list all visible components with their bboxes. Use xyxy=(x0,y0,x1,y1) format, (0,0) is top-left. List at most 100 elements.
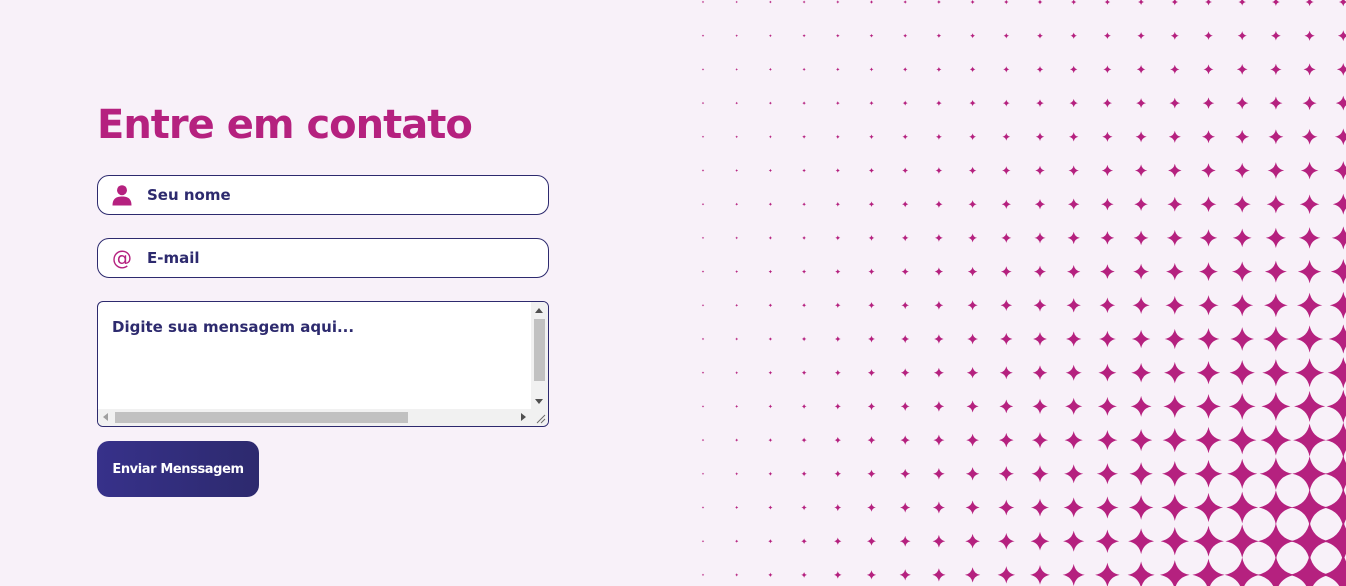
star-icon xyxy=(801,403,807,409)
star-icon xyxy=(701,371,705,374)
star-icon xyxy=(1128,528,1155,555)
at-sign-icon: @ xyxy=(112,246,132,270)
star-icon xyxy=(1296,292,1323,319)
star-icon xyxy=(1095,529,1120,553)
star-icon xyxy=(1257,523,1294,560)
star-icon xyxy=(801,538,807,545)
star-icon xyxy=(966,366,979,379)
star-icon xyxy=(701,405,705,408)
star-icon xyxy=(1000,299,1013,312)
send-message-button[interactable]: Enviar Menssagem xyxy=(97,441,259,497)
message-textarea[interactable] xyxy=(98,302,531,410)
star-icon xyxy=(769,0,772,4)
scroll-down-arrow-icon[interactable] xyxy=(535,399,543,404)
star-icon xyxy=(1033,298,1047,312)
message-box[interactable] xyxy=(97,301,549,427)
star-icon xyxy=(866,570,877,580)
star-icon xyxy=(1128,495,1154,520)
star-icon xyxy=(1166,229,1183,246)
star-pattern xyxy=(701,0,1346,586)
scroll-right-arrow-icon[interactable] xyxy=(521,413,526,421)
star-icon xyxy=(1324,455,1346,493)
resize-grip-icon[interactable] xyxy=(531,409,548,426)
star-icon xyxy=(1294,358,1325,388)
star-icon xyxy=(900,401,910,411)
star-icon xyxy=(1193,525,1224,557)
star-icon xyxy=(1201,163,1216,178)
star-icon xyxy=(701,202,705,206)
star-icon xyxy=(936,100,942,106)
vertical-scroll-thumb[interactable] xyxy=(534,319,545,381)
star-icon xyxy=(1036,99,1044,107)
star-icon xyxy=(932,568,946,582)
star-icon xyxy=(701,68,705,71)
name-field[interactable] xyxy=(97,175,549,215)
star-icon xyxy=(1224,557,1260,586)
star-icon xyxy=(1003,32,1010,39)
star-icon xyxy=(1291,489,1329,526)
star-icon xyxy=(933,434,945,446)
star-icon xyxy=(768,539,773,544)
star-icon xyxy=(1259,457,1293,491)
star-icon xyxy=(768,471,773,476)
star-icon xyxy=(835,134,840,139)
star-icon xyxy=(1031,431,1049,449)
star-icon xyxy=(1194,459,1223,488)
star-icon xyxy=(1096,463,1119,485)
horizontal-scroll-thumb[interactable] xyxy=(115,412,408,423)
star-icon xyxy=(1199,229,1218,247)
star-icon xyxy=(768,572,773,578)
star-icon xyxy=(933,468,945,480)
horizontal-scrollbar[interactable] xyxy=(98,409,531,426)
star-icon xyxy=(735,539,739,543)
star-icon xyxy=(768,370,773,375)
email-field[interactable]: @ xyxy=(97,238,549,278)
star-icon xyxy=(932,501,945,514)
person-icon xyxy=(112,185,132,206)
star-icon xyxy=(768,135,772,139)
star-icon xyxy=(1069,65,1078,74)
star-icon xyxy=(701,337,705,341)
star-icon xyxy=(1337,30,1346,42)
star-icon xyxy=(1036,65,1044,73)
star-icon xyxy=(965,500,980,515)
star-icon xyxy=(1258,490,1294,525)
vertical-scrollbar[interactable] xyxy=(531,302,548,410)
star-icon xyxy=(1328,324,1346,354)
star-icon xyxy=(735,34,738,37)
star-icon xyxy=(1030,531,1050,551)
star-icon xyxy=(966,433,979,447)
star-icon xyxy=(969,66,976,73)
star-icon xyxy=(1067,231,1080,245)
star-icon xyxy=(701,506,705,509)
star-icon xyxy=(801,336,807,342)
star-icon xyxy=(735,472,739,476)
star-icon xyxy=(1263,326,1289,352)
star-icon xyxy=(1171,0,1179,6)
star-icon xyxy=(1064,430,1083,450)
star-icon xyxy=(969,133,977,141)
name-input[interactable] xyxy=(147,176,537,214)
star-icon xyxy=(970,33,976,39)
star-icon xyxy=(935,133,943,140)
star-icon xyxy=(1137,31,1145,40)
star-icon xyxy=(969,99,976,107)
star-icon xyxy=(735,505,739,510)
scroll-left-arrow-icon[interactable] xyxy=(103,413,108,421)
star-icon xyxy=(868,302,875,309)
star-icon xyxy=(1130,429,1153,452)
star-icon xyxy=(934,267,944,276)
star-icon xyxy=(1000,266,1012,277)
star-icon xyxy=(768,67,772,71)
star-icon xyxy=(1325,422,1346,458)
star-icon xyxy=(968,233,978,243)
star-icon xyxy=(1302,96,1317,111)
star-icon xyxy=(900,435,910,445)
email-input[interactable] xyxy=(147,239,537,277)
star-icon xyxy=(1261,391,1291,421)
star-icon xyxy=(701,573,705,577)
star-icon xyxy=(1321,553,1346,586)
scroll-up-arrow-icon[interactable] xyxy=(535,308,543,313)
star-icon xyxy=(1232,228,1252,248)
star-icon xyxy=(1034,199,1046,210)
